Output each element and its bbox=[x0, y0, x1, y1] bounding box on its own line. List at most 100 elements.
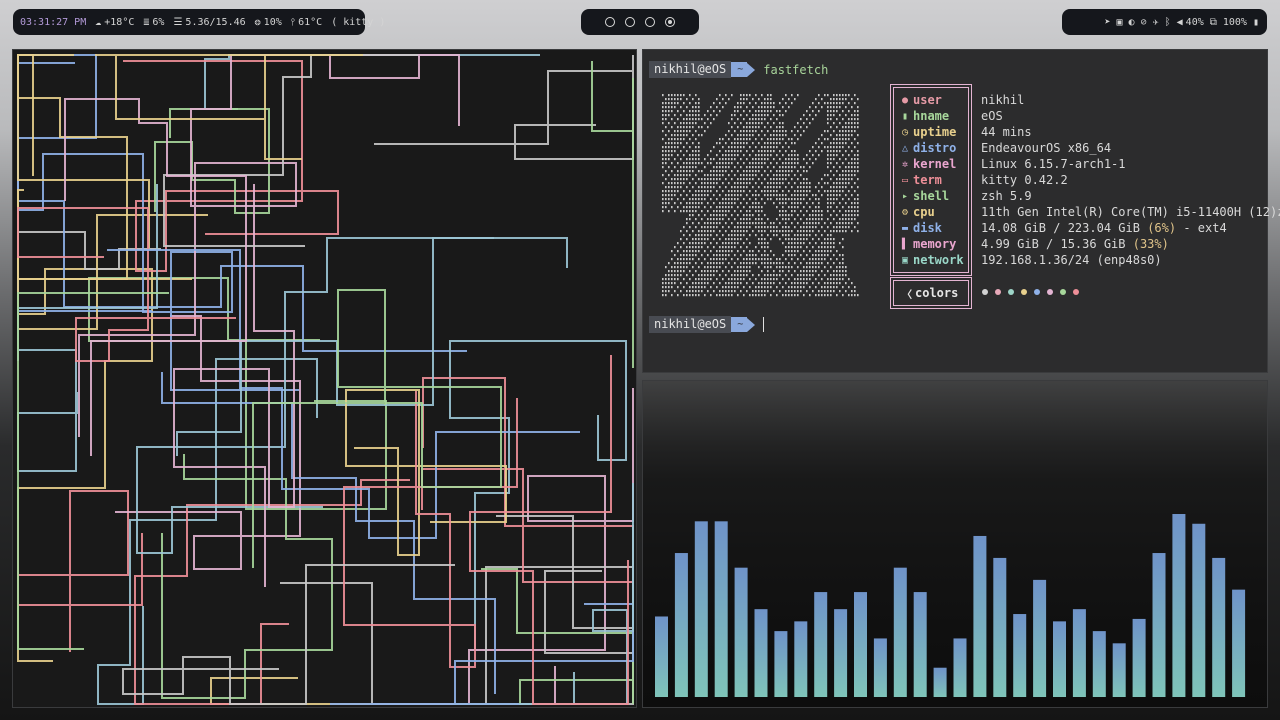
visualizer-bar bbox=[1192, 523, 1206, 697]
palette-dot-6 bbox=[1047, 289, 1053, 295]
visualizer-bar bbox=[694, 521, 708, 697]
visualizer-bar bbox=[655, 616, 668, 697]
info-key-shell: ▸ shell bbox=[901, 189, 950, 203]
prompt-arrow-icon bbox=[747, 317, 756, 332]
command-prompt-2[interactable]: nikhil@eOS ~ bbox=[649, 316, 765, 333]
cloud-icon: ☁ bbox=[95, 16, 102, 28]
battery-icon: ▮ bbox=[1252, 16, 1259, 28]
info-value-network: 192.168.1.36/24 (enp48s0) bbox=[981, 253, 1162, 267]
pipe-line bbox=[374, 55, 634, 160]
pipes-terminal-window[interactable] bbox=[12, 49, 637, 708]
temp-value: 61°C bbox=[298, 16, 323, 28]
pipe-line bbox=[161, 372, 496, 694]
clock[interactable]: 03:31:27 PM bbox=[20, 17, 86, 28]
visualizer-bar bbox=[873, 638, 887, 697]
prompt-user: nikhil@eOS bbox=[649, 61, 732, 78]
visualizer-bar bbox=[1172, 514, 1186, 697]
palette-dot-4 bbox=[1021, 289, 1027, 295]
telegram-icon[interactable]: ➤ bbox=[1104, 17, 1110, 28]
chip-icon: ⚙ bbox=[901, 206, 909, 218]
bluetooth-icon[interactable]: ᛒ bbox=[1165, 17, 1171, 28]
pipe-line bbox=[17, 54, 128, 280]
workspace-4-active[interactable] bbox=[665, 17, 675, 27]
airplane-icon[interactable]: ✈ bbox=[1153, 17, 1159, 28]
battery-value[interactable]: 100% bbox=[1223, 17, 1247, 28]
info-value-kernel: Linux 6.15.7-arch1-1 bbox=[981, 157, 1126, 171]
pipe-line bbox=[115, 315, 301, 570]
visualizer-bar bbox=[953, 638, 967, 697]
palette-dot-7 bbox=[1060, 289, 1066, 295]
info-value-term: kitty 0.42.2 bbox=[981, 173, 1068, 187]
disk-icon: ▬ bbox=[901, 222, 909, 234]
pipe-line bbox=[173, 184, 295, 587]
workspace-switcher bbox=[581, 9, 699, 35]
terminal-icon: ▭ bbox=[901, 174, 909, 186]
pipe-line bbox=[239, 54, 460, 126]
weather-widget[interactable]: ☁ +18°C bbox=[95, 17, 134, 28]
pipes-animation bbox=[17, 54, 634, 705]
visualizer-bar bbox=[1132, 618, 1146, 697]
person-icon: ● bbox=[901, 94, 909, 106]
list-icon: ☰ bbox=[173, 16, 183, 28]
command-text: fastfetch bbox=[763, 62, 829, 77]
info-key-hname: ▮ hname bbox=[901, 109, 950, 123]
endeavouros-ascii-logo bbox=[662, 94, 859, 297]
pipe-line bbox=[454, 568, 634, 705]
info-value-cpu: 11th Gen Intel(R) Core(TM) i5-11400H (12… bbox=[981, 205, 1280, 219]
visualizer-bar bbox=[674, 553, 688, 697]
command-prompt: nikhil@eOS ~ fastfetch bbox=[649, 61, 828, 78]
memory-value: 5.36/15.46 bbox=[185, 16, 246, 28]
visualizer-bar bbox=[973, 535, 987, 697]
cava-visualizer-window[interactable] bbox=[642, 380, 1268, 708]
lock-icon[interactable]: ▣ bbox=[1117, 17, 1123, 28]
visualizer-bar bbox=[913, 592, 927, 697]
visualizer-bar bbox=[1072, 609, 1086, 697]
eye-off-icon[interactable]: ⊘ bbox=[1141, 17, 1147, 28]
visualizer-bar bbox=[1112, 643, 1126, 697]
text-cursor bbox=[763, 317, 765, 332]
cpu-value: 10% bbox=[263, 16, 282, 28]
thermometer-icon: ⫯ bbox=[290, 16, 296, 28]
visualizer-bar bbox=[1212, 557, 1226, 697]
pipe-line bbox=[17, 268, 153, 662]
visualizer-bar bbox=[754, 609, 768, 697]
pipe-line bbox=[468, 388, 634, 705]
cpu-widget[interactable]: ❂ 10% bbox=[255, 17, 282, 28]
visualizer-bar bbox=[1232, 589, 1246, 697]
disk-widget[interactable]: ≣ 6% bbox=[143, 17, 164, 28]
info-key-uptime: ◷ uptime bbox=[901, 125, 957, 139]
visualizer-bar bbox=[1013, 614, 1027, 697]
visualizer-bar bbox=[834, 609, 848, 697]
gear-icon: ✲ bbox=[901, 158, 909, 170]
prompt-user: nikhil@eOS bbox=[649, 316, 732, 333]
info-value-disk: 14.08 GiB / 223.04 GiB (6%) - ext4 bbox=[981, 221, 1227, 235]
clock-icon: ◷ bbox=[901, 126, 909, 138]
visualizer-bar bbox=[794, 621, 808, 697]
volume-widget[interactable]: ◀ 40% bbox=[1177, 17, 1204, 28]
palette-dot-1 bbox=[982, 289, 988, 295]
temp-widget[interactable]: ⫯ 61°C bbox=[291, 17, 322, 28]
workspace-3[interactable] bbox=[645, 17, 655, 27]
linux-icon: △ bbox=[901, 142, 909, 154]
palette-dot-5 bbox=[1034, 289, 1040, 295]
palette-dot-3 bbox=[1008, 289, 1014, 295]
info-key-network: ▣ network bbox=[901, 253, 964, 267]
active-window-title[interactable]: ( kitty ) bbox=[331, 17, 385, 28]
pipe-line bbox=[17, 490, 143, 652]
workspace-1[interactable] bbox=[605, 17, 615, 27]
pipe-line bbox=[210, 677, 479, 705]
visualizer-bar bbox=[1033, 579, 1047, 697]
status-bar-left: 03:31:27 PM ☁ +18°C ≣ 6% ☰ 5.36/15.46 ❂ … bbox=[13, 9, 385, 35]
brain-icon: ❂ bbox=[254, 16, 261, 28]
visualizer-bar bbox=[1053, 621, 1066, 697]
workspace-2[interactable] bbox=[625, 17, 635, 27]
volume-value: 40% bbox=[1185, 16, 1204, 28]
contrast-icon[interactable]: ◐ bbox=[1129, 17, 1135, 28]
network-icon: ⧉ bbox=[1209, 16, 1217, 28]
memory-widget[interactable]: ☰ 5.36/15.46 bbox=[173, 17, 245, 28]
visualizer-bar bbox=[734, 567, 748, 697]
weather-value: +18°C bbox=[104, 16, 135, 28]
network-widget[interactable]: ⧉ bbox=[1210, 17, 1217, 28]
pipe-line bbox=[17, 54, 150, 248]
prompt-dir: ~ bbox=[731, 317, 748, 332]
